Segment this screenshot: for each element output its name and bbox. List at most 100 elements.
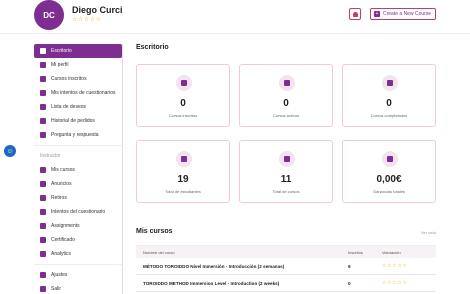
sidebar-divider [34, 145, 122, 146]
course-enrolled: 0 [348, 280, 351, 286]
sidebar-item-label: Intentos del cuestionario [51, 209, 106, 215]
sidebar-item-certificado[interactable]: Certificado [34, 233, 122, 247]
stat-value: 19 [177, 174, 189, 185]
puzzle-icon [40, 90, 46, 96]
courses-title: Mis cursos [136, 228, 173, 235]
sidebar-item-label: Lista de deseos [51, 104, 87, 110]
stat-value: 0 [180, 98, 186, 109]
trophy-icon [382, 75, 398, 91]
stat-label: Cursos completados [370, 113, 408, 118]
stat-card-cursos-activos: 0 Cursos activos [239, 64, 333, 127]
sidebar-item-mis-cursos[interactable]: Mis cursos [34, 163, 122, 177]
puzzle-icon [40, 209, 46, 215]
plus-icon: + [374, 11, 380, 17]
avatar[interactable]: DC [34, 0, 64, 30]
sidebar-item-label: Escritorio [51, 48, 72, 54]
stat-card-cursos-completados: 0 Cursos completados [342, 64, 436, 127]
sidebar-item-anuncios[interactable]: Anuncios [34, 177, 122, 191]
cart-icon [40, 118, 46, 124]
stat-label: Ganancias totales [372, 189, 406, 194]
notifications-button[interactable] [349, 8, 361, 20]
sidebar-item-analytics[interactable]: Analytics [34, 247, 122, 261]
stat-card-cursos-inscritos: 0 Cursos inscritos [136, 64, 230, 127]
sidebar-item-label: Mis intentos de cuestionarios [51, 90, 116, 96]
sidebar-item-label: Mis cursos [51, 167, 75, 173]
palette-icon [40, 48, 46, 54]
table-row[interactable]: MÉTODO TOROIDDO Nivel Inmersión - Introd… [136, 258, 436, 275]
column-header-rating: Valoración [382, 249, 401, 255]
course-name[interactable]: MÉTODO TOROIDDO Nivel Inmersión - Introd… [136, 264, 348, 269]
sidebar-item-ajustes[interactable]: Ajustes [34, 268, 122, 282]
stat-label: Cursos activos [272, 113, 300, 118]
sidebar-item-label: Certificado [51, 237, 75, 243]
sidebar-item-label: Retiros [51, 195, 67, 201]
stat-value: 0 [386, 98, 392, 109]
top-header: DC Diego Curci ☆☆☆☆☆ + Create a New Cour… [0, 0, 470, 34]
stat-label: Total de cursos [272, 189, 300, 194]
sidebar-item-label: Anuncios [51, 181, 72, 187]
sidebar-item-cursos-inscritos[interactable]: Cursos inscritos [34, 72, 122, 86]
sidebar-item-mi-perfil[interactable]: Mi perfil [34, 58, 122, 72]
sidebar-item-label: Analytics [51, 251, 72, 257]
gear-icon [40, 272, 46, 278]
course-rating-stars: ☆☆☆☆☆ [382, 263, 408, 269]
column-header-name: Nombre del curso [143, 249, 175, 255]
sidebar-item-label: Ajustes [51, 272, 68, 278]
folder-icon [279, 151, 295, 167]
student-icon [176, 151, 192, 167]
sidebar-item-lista-deseos[interactable]: Lista de deseos [34, 100, 122, 114]
see-all-link[interactable]: Ver todo [421, 230, 436, 235]
sidebar-item-label: Pregunta y respuesta [51, 132, 99, 138]
sidebar-item-label: Cursos inscritos [51, 76, 87, 82]
graduation-cap-icon [40, 76, 46, 82]
stat-value: 0 [283, 98, 289, 109]
chart-icon [40, 251, 46, 257]
course-rating-stars: ☆☆☆☆☆ [382, 280, 408, 286]
sidebar-item-intentos-cuestionarios[interactable]: Mis intentos de cuestionarios [34, 86, 122, 100]
stat-card-total-cursos: 11 Total de cursos [239, 140, 333, 203]
sidebar-item-pregunta-respuesta[interactable]: Pregunta y respuesta [34, 128, 122, 142]
wallet-icon [40, 195, 46, 201]
stat-value: 0,00€ [376, 174, 402, 185]
stat-card-ganancias-totales: 0,00€ Ganancias totales [342, 140, 436, 203]
book-icon [176, 75, 192, 91]
dashboard-main: Escritorio [136, 44, 436, 58]
sidebar-divider [34, 264, 122, 265]
courses-header: Mis cursos Ver todo [136, 228, 436, 238]
megaphone-icon [40, 181, 46, 187]
user-name: Diego Curci [72, 5, 123, 15]
user-rating-stars: ☆☆☆☆☆ [72, 17, 102, 23]
stat-label: Cursos inscritos [168, 113, 198, 118]
sidebar-item-retiros[interactable]: Retiros [34, 191, 122, 205]
bell-icon [352, 11, 358, 17]
accessibility-icon[interactable]: ☺ [4, 145, 16, 157]
course-name[interactable]: TOROIDDO METHOD Immersion Level - Introd… [136, 281, 348, 286]
sidebar-item-intentos-cuestionario[interactable]: Intentos del cuestionario [34, 205, 122, 219]
stat-label: Total de estudiantes [165, 189, 201, 194]
sidebar-item-salir[interactable]: Salir [34, 282, 122, 294]
courses-table: Nombre del curso Inscritos Valoración MÉ… [136, 245, 436, 292]
clipboard-icon [40, 223, 46, 229]
user-icon [40, 62, 46, 68]
sidebar-item-label: Historial de pedidos [51, 118, 95, 124]
column-header-enrolled: Inscritos [348, 249, 363, 255]
table-header: Nombre del curso Inscritos Valoración [136, 245, 436, 258]
stat-card-total-estudiantes: 19 Total de estudiantes [136, 140, 230, 203]
sidebar-nav: Escritorio Mi perfil Cursos inscritos Mi… [34, 44, 123, 294]
sidebar-item-assignments[interactable]: Assignments [34, 219, 122, 233]
sidebar-item-label: Salir [51, 286, 62, 292]
question-icon [40, 132, 46, 138]
bookmark-icon [40, 104, 46, 110]
create-course-label: Create a New Course [383, 11, 432, 17]
page-title: Escritorio [136, 44, 169, 51]
graduation-cap-icon [279, 75, 295, 91]
sidebar-section-instructor: Instructor [40, 153, 61, 159]
create-course-button[interactable]: + Create a New Course [370, 8, 436, 20]
stat-value: 11 [280, 174, 292, 185]
table-row[interactable]: TOROIDDO METHOD Immersion Level - Introd… [136, 275, 436, 292]
sidebar-item-label: Mi perfil [51, 62, 69, 68]
money-icon [382, 151, 398, 167]
sidebar-item-escritorio[interactable]: Escritorio [34, 44, 122, 58]
sidebar-item-historial-pedidos[interactable]: Historial de pedidos [34, 114, 122, 128]
rocket-icon [40, 167, 46, 173]
